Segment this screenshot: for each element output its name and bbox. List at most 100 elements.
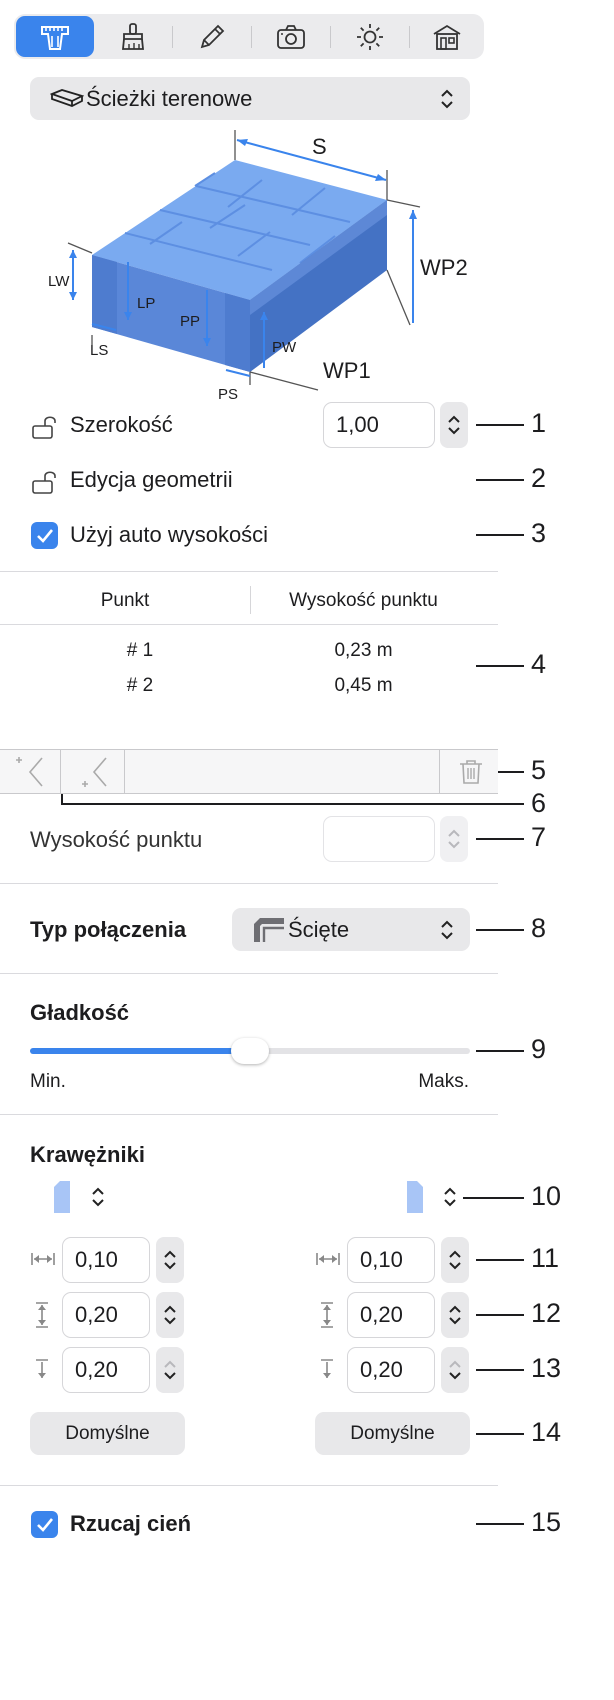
chevron-down-icon[interactable] (162, 1370, 178, 1382)
left-curb-height-input[interactable]: 0,20 (62, 1292, 150, 1338)
chevron-down-icon[interactable] (162, 1260, 178, 1272)
dim-label-pp: PP (180, 313, 200, 330)
chevron-down-icon[interactable] (162, 1315, 178, 1327)
tab-edit[interactable] (173, 16, 251, 57)
curb-width-icon (31, 1253, 55, 1265)
slider-fill (30, 1048, 250, 1054)
table-header-point[interactable]: Punkt (0, 590, 250, 612)
curb-depth-icon (321, 1359, 333, 1378)
checkmark-icon (36, 528, 53, 543)
right-curb-width-input[interactable]: 0,10 (347, 1237, 435, 1283)
join-type-select[interactable]: Ścięte (232, 908, 470, 951)
left-curb-width-input[interactable]: 0,10 (62, 1237, 150, 1283)
cast-shadow-checkbox[interactable] (31, 1511, 58, 1538)
slider-max-label: Maks. (418, 1071, 469, 1092)
left-curb-default-button[interactable]: Domyślne (30, 1412, 185, 1455)
path-type-select[interactable]: Ścieżki terenowe (30, 77, 470, 120)
callout-4: 4 (531, 649, 547, 679)
chevron-up-icon[interactable] (446, 413, 462, 425)
auto-height-checkbox[interactable] (31, 522, 58, 549)
table-header-height[interactable]: Wysokość punktu (251, 590, 476, 612)
tab-material[interactable] (94, 16, 172, 57)
table-row[interactable]: # 1 0,23 m (0, 638, 498, 672)
chevron-up-icon[interactable] (446, 827, 462, 839)
dim-label-lw: LW (48, 273, 70, 290)
right-curb-width-stepper[interactable] (441, 1237, 469, 1283)
callout-10: 10 (531, 1181, 562, 1211)
width-input[interactable]: 1,00 (323, 402, 435, 448)
right-curb-depth-stepper[interactable] (441, 1347, 469, 1393)
chevron-up-icon[interactable] (162, 1303, 178, 1315)
left-curb-depth-stepper[interactable] (156, 1347, 184, 1393)
trash-icon (460, 760, 482, 784)
mitered-corner-icon (254, 917, 284, 942)
right-curb-height-stepper[interactable] (441, 1292, 469, 1338)
tab-building[interactable] (410, 16, 484, 57)
width-stepper[interactable] (440, 402, 468, 448)
chevron-up-down-icon (441, 89, 453, 108)
right-curb-profile-select[interactable] (407, 1181, 467, 1213)
slider-min-label: Min. (30, 1071, 66, 1092)
chevron-up-icon[interactable] (162, 1248, 178, 1260)
callout-11: 11 (531, 1243, 560, 1273)
chevron-up-icon[interactable] (447, 1303, 463, 1315)
tab-path-settings[interactable] (16, 16, 94, 57)
chevron-down-icon[interactable] (447, 1315, 463, 1327)
callout-13: 13 (531, 1353, 562, 1383)
chevron-up-icon[interactable] (447, 1248, 463, 1260)
join-type-label: Typ połączenia (30, 917, 187, 942)
chevron-up-icon[interactable] (447, 1358, 463, 1370)
table-toolbar (0, 749, 498, 794)
sun-icon (357, 23, 383, 50)
width-label: Szerokość (70, 412, 173, 437)
add-point-after-button[interactable] (62, 750, 125, 794)
right-curb-depth-input[interactable]: 0,20 (347, 1347, 435, 1393)
dim-label-pw: PW (272, 339, 297, 356)
callout-9: 9 (531, 1034, 547, 1064)
left-curb-depth-input[interactable]: 0,20 (62, 1347, 150, 1393)
slider-thumb[interactable] (231, 1038, 269, 1064)
point-height-stepper[interactable] (440, 816, 468, 862)
point-height-label: Wysokość punktu (30, 827, 203, 852)
chevron-down-icon[interactable] (447, 1260, 463, 1272)
chevron-up-icon[interactable] (162, 1358, 178, 1370)
left-curb-profile-select[interactable] (54, 1181, 114, 1213)
checkmark-icon (36, 1517, 53, 1532)
callout-3: 3 (531, 518, 547, 548)
tab-light[interactable] (331, 16, 409, 57)
smoothness-label: Gładkość (30, 1000, 130, 1025)
geometry-edit-label: Edycja geometrii (70, 467, 233, 492)
left-curb-height-stepper[interactable] (156, 1292, 184, 1338)
delete-point-button[interactable] (440, 750, 498, 794)
curb-depth-icon (36, 1359, 48, 1378)
camera-icon (277, 24, 305, 49)
add-point-before-button[interactable] (0, 750, 61, 794)
curb-profile-right-icon (407, 1181, 423, 1213)
curb-profile-left-icon (54, 1181, 70, 1213)
chevron-down-icon[interactable] (446, 839, 462, 851)
callout-12: 12 (531, 1298, 562, 1328)
chevron-up-down-icon (92, 1187, 104, 1207)
add-point-after-icon (82, 757, 107, 787)
chevron-down-icon[interactable] (447, 1370, 463, 1382)
tab-camera[interactable] (252, 16, 330, 57)
dim-label-s: S (312, 134, 327, 159)
dim-label-lp: LP (137, 295, 155, 312)
pencil-icon (200, 24, 225, 48)
right-curb-height-input[interactable]: 0,20 (347, 1292, 435, 1338)
unlocked-padlock-icon[interactable] (31, 469, 59, 495)
point-cell: # 2 (126, 675, 154, 696)
point-height-input[interactable] (323, 816, 435, 862)
callout-7: 7 (531, 822, 547, 852)
unlocked-padlock-icon[interactable] (31, 414, 59, 440)
dim-label-ps: PS (218, 386, 238, 403)
chevron-down-icon[interactable] (446, 425, 462, 437)
curb-height-icon (36, 1302, 48, 1328)
add-point-before-icon (16, 757, 43, 787)
smoothness-slider[interactable] (30, 1036, 470, 1066)
left-curb-width-stepper[interactable] (156, 1237, 184, 1283)
curb-width-icon (316, 1253, 340, 1265)
dim-label-wp2: WP2 (420, 255, 468, 280)
table-row[interactable]: # 2 0,45 m (0, 673, 498, 707)
right-curb-default-button[interactable]: Domyślne (315, 1412, 470, 1455)
